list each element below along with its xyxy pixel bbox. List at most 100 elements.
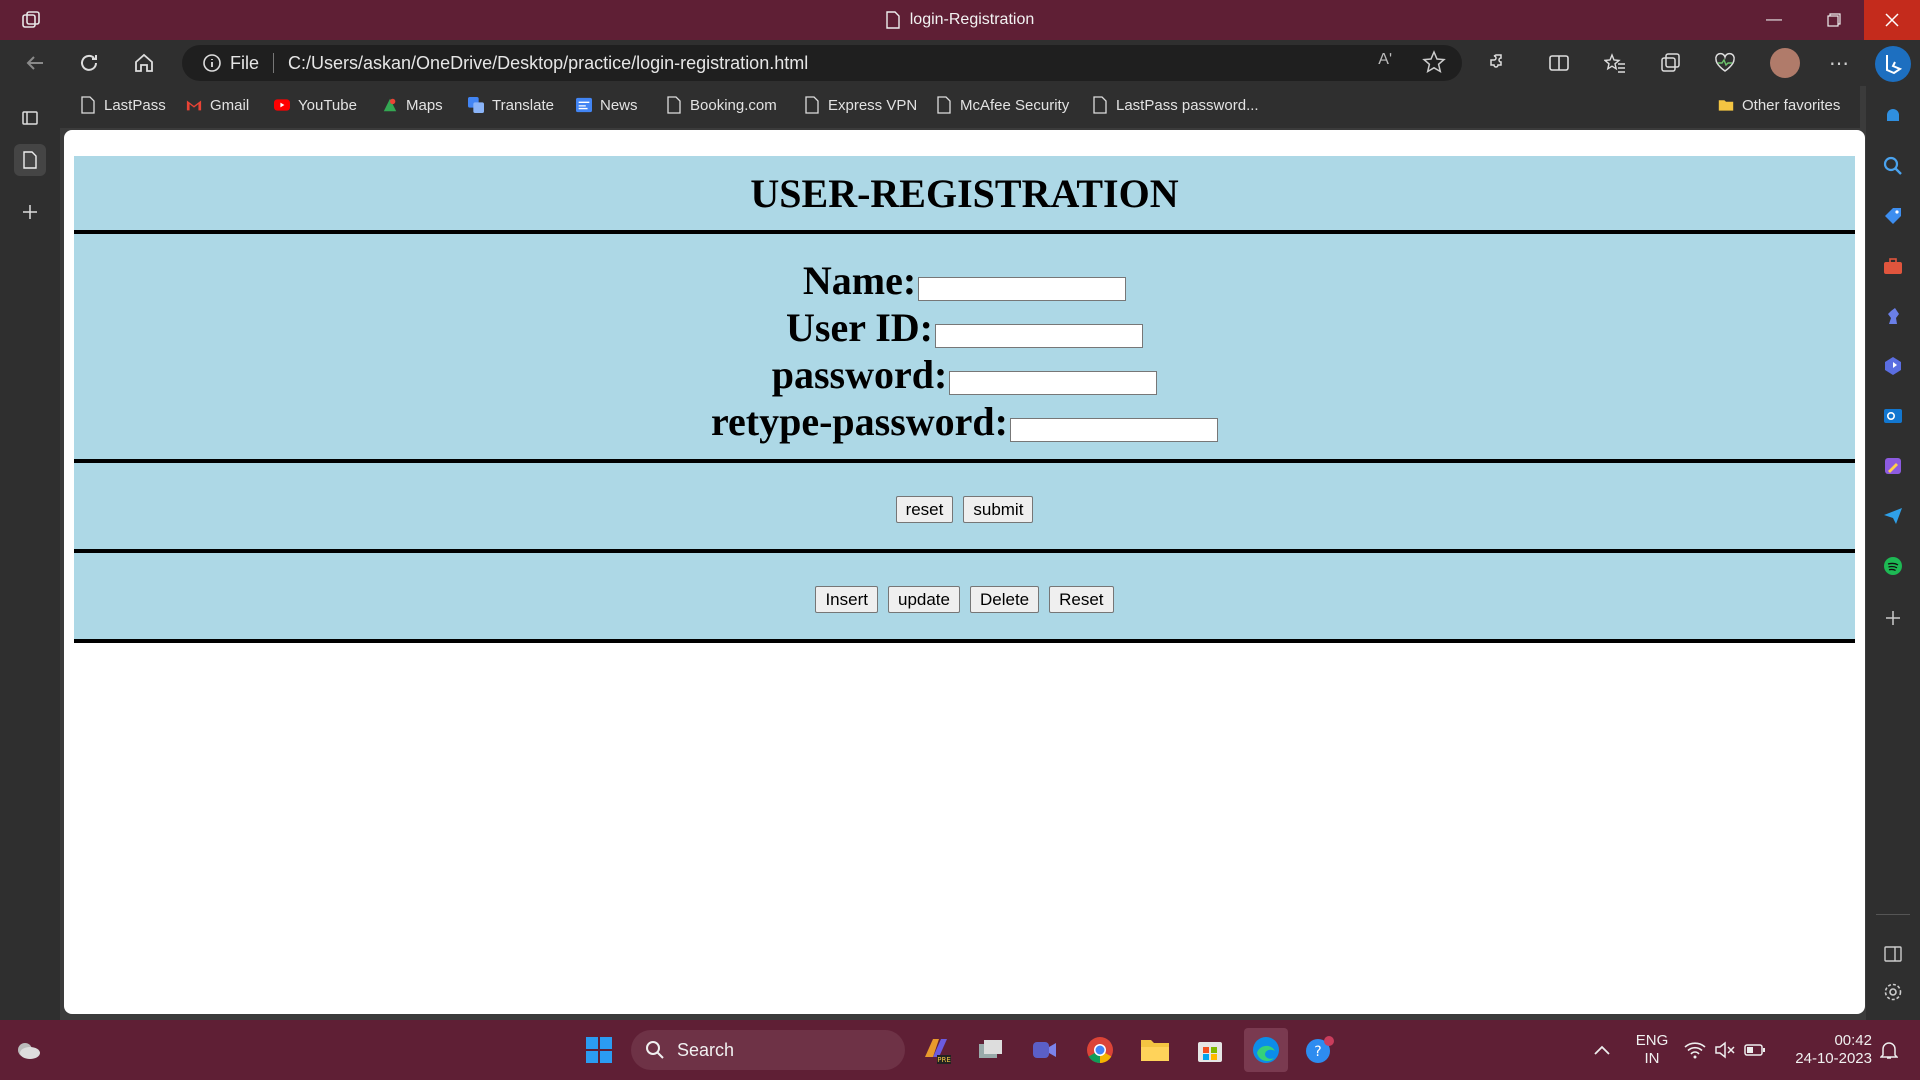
extensions-icon[interactable] [1486,50,1512,76]
read-aloud-icon[interactable]: Aʹ [1378,51,1392,69]
userid-label: User ID: [785,305,933,350]
language-indicator[interactable]: ENG IN [1632,1032,1672,1068]
fav-lastpass[interactable]: LastPass [80,96,166,114]
wifi-icon[interactable] [1682,1034,1708,1066]
page-icon [80,96,96,114]
fav-translate[interactable]: Translate [468,96,554,114]
outlook-icon[interactable] [1881,404,1905,428]
region-code: IN [1644,1050,1660,1067]
fav-gmail[interactable]: Gmail [186,96,249,114]
copilot-pre-icon[interactable]: PRE [920,1034,952,1066]
retype-password-input[interactable] [1010,418,1218,442]
fav-label: Booking.com [690,96,777,114]
sidebar-divider [1876,914,1910,915]
teams-meet-icon[interactable] [1029,1034,1061,1066]
form-section: Name: User ID: password: retype-password… [74,234,1855,463]
password-input[interactable] [949,371,1158,395]
microsoft-store-icon[interactable] [1194,1034,1226,1066]
settings-gear-icon[interactable] [1881,980,1905,1004]
active-tab-page-icon[interactable] [14,144,46,176]
task-view-icon[interactable] [975,1034,1007,1066]
name-input[interactable] [918,277,1127,301]
home-icon[interactable] [131,50,157,76]
new-tab-icon[interactable] [14,196,46,228]
page-icon [804,96,820,114]
split-screen-icon[interactable] [1546,50,1572,76]
fav-label: News [600,96,638,114]
heading-section: USER-REGISTRATION [74,156,1855,234]
fav-expressvpn[interactable]: Express VPN [804,96,917,114]
fav-booking[interactable]: Booking.com [666,96,777,114]
file-explorer-icon[interactable] [1139,1034,1171,1066]
minimize-button[interactable]: — [1746,0,1802,40]
spotify-icon[interactable] [1881,554,1905,578]
fav-news[interactable]: News [576,96,638,114]
collections-icon[interactable] [1657,50,1683,76]
games-icon[interactable] [1881,304,1905,328]
name-row: Name: [74,256,1855,303]
page-viewport: USER-REGISTRATION Name: User ID: passwor… [64,130,1865,1014]
submit-button[interactable]: submit [963,495,1034,523]
fav-label: YouTube [298,96,357,114]
fav-label: Gmail [210,96,250,114]
tools-briefcase-icon[interactable] [1881,254,1905,278]
tab-actions-icon[interactable] [14,102,46,134]
translate-icon [468,96,484,114]
retype-password-row: retype-password: [74,397,1855,444]
page-icon [936,96,952,114]
profile-avatar[interactable] [1770,48,1800,78]
taskbar-search[interactable]: Search [631,1030,905,1070]
url-text[interactable]: C:/Users/askan/OneDrive/Desktop/practice… [288,53,808,74]
bing-copilot-icon[interactable] [1875,46,1911,82]
page-title: USER-REGISTRATION [750,170,1179,216]
reset-all-button[interactable]: Reset [1049,585,1114,613]
notification-bell-icon[interactable] [1876,1034,1902,1066]
chrome-icon[interactable] [1084,1034,1116,1066]
designer-icon[interactable] [1881,454,1905,478]
back-icon[interactable] [22,50,48,76]
other-favorites[interactable]: Other favorites [1718,96,1840,114]
edge-browser-icon[interactable] [1244,1028,1288,1072]
password-label: password: [771,352,948,397]
browser-essentials-icon[interactable] [1712,50,1738,76]
update-button[interactable]: update [887,585,960,613]
delete-button[interactable]: Delete [969,585,1040,613]
volume-muted-icon[interactable] [1712,1034,1738,1066]
bell-icon[interactable] [1881,104,1905,128]
weather-icon[interactable] [12,1034,44,1066]
fav-mcafee[interactable]: McAfee Security [936,96,1069,114]
microsoft-365-icon[interactable] [1881,354,1905,378]
start-windows-icon[interactable] [583,1034,615,1066]
search-icon[interactable] [1881,154,1905,178]
close-icon [1885,13,1899,27]
insert-button[interactable]: Insert [815,585,878,613]
favorite-star-icon[interactable] [1422,50,1446,74]
show-hidden-icons-chevron-up-icon[interactable] [1586,1034,1618,1066]
shopping-tag-icon[interactable] [1881,204,1905,228]
window-title: login-Registration [0,0,1920,40]
battery-icon[interactable] [1742,1034,1768,1066]
userid-input[interactable] [935,324,1143,348]
info-icon[interactable] [202,53,222,73]
password-row: password: [74,350,1855,397]
more-options-icon[interactable]: ⋯ [1826,50,1852,76]
fav-label: McAfee Security [960,96,1070,114]
helper-app-icon[interactable]: ? [1304,1034,1336,1066]
reset-button[interactable]: reset [895,495,954,523]
clock[interactable]: 00:42 24-10-2023 [1782,1032,1872,1068]
edge-sidebar [1866,40,1920,1020]
restore-button[interactable] [1806,0,1862,40]
retype-password-label: retype-password: [710,399,1008,444]
page-icon [886,11,900,29]
fav-maps[interactable]: Maps [382,96,443,114]
page-icon [1092,96,1108,114]
hide-sidebar-icon[interactable] [1881,942,1905,966]
send-icon[interactable] [1881,504,1905,528]
favorites-icon[interactable] [1602,50,1628,76]
close-button[interactable] [1864,0,1920,40]
fav-youtube[interactable]: YouTube [274,96,357,114]
address-bar[interactable]: File C:/Users/askan/OneDrive/Desktop/pra… [182,45,1462,81]
fav-lastpass-password[interactable]: LastPass password... [1092,96,1259,114]
add-sidebar-app-icon[interactable] [1881,606,1905,630]
refresh-icon[interactable] [76,50,102,76]
